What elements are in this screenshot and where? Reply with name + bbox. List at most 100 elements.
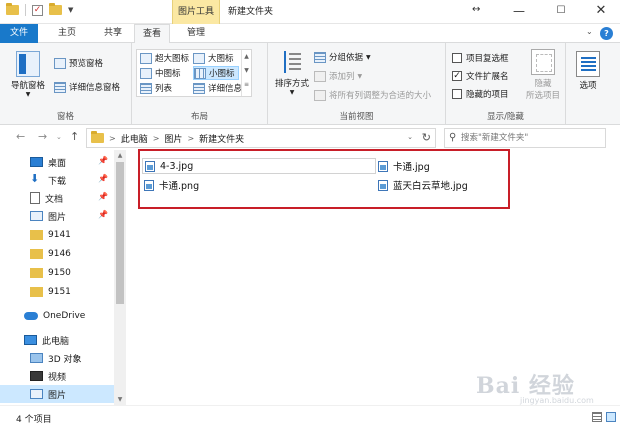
layout-list[interactable]: 列表 <box>140 82 172 94</box>
item-checkboxes-checkbox[interactable] <box>452 53 462 63</box>
nav-pane-button[interactable]: 导航窗格 ▼ <box>6 51 50 98</box>
file-item[interactable]: 蓝天白云草地.jpg <box>376 177 468 193</box>
nav-item-pictures-quick[interactable]: 图片 📌 <box>0 207 114 225</box>
details-pane-button[interactable]: 详细信息窗格 <box>54 81 120 93</box>
group-label-layout: 布局 <box>190 112 208 122</box>
nav-item-9141[interactable]: 9141 <box>0 226 114 244</box>
file-name: 蓝天白云草地.jpg <box>393 181 468 192</box>
list-label: 列表 <box>155 84 173 94</box>
nav-item-this-pc[interactable]: 此电脑 <box>0 331 114 349</box>
large-icons-icon <box>193 52 205 64</box>
size-all-columns-button[interactable]: 将所有列调整为合适的大小 <box>314 89 431 101</box>
breadcrumb-separator[interactable]: > <box>153 134 160 143</box>
large-icons-view-icon[interactable] <box>606 412 616 422</box>
sort-by-button[interactable]: 排序方式 ▼ <box>272 49 312 96</box>
tab-home[interactable]: 主页 <box>50 24 84 43</box>
nav-pane-scrollbar[interactable]: ▲ ▼ <box>114 150 126 405</box>
hide-selected-button[interactable]: 隐藏 所选项目 <box>522 49 564 101</box>
layout-medium-icons[interactable]: 中图标 <box>140 67 181 79</box>
layout-details[interactable]: 详细信息 <box>193 82 242 94</box>
add-columns-button[interactable]: 添加列 ▼ <box>314 70 362 82</box>
properties-icon[interactable]: ✓ <box>32 4 43 16</box>
nav-item-label: 9151 <box>48 287 71 297</box>
search-box[interactable]: ⚲ <box>444 128 606 148</box>
chevron-down-icon[interactable]: ⌄ <box>586 27 593 36</box>
group-by-icon <box>314 51 326 63</box>
nav-item-3d-objects[interactable]: 3D 对象 <box>0 349 114 367</box>
scroll-up-icon[interactable]: ▲ <box>114 152 126 159</box>
item-count: 4 个项目 <box>16 415 52 425</box>
breadcrumb-pictures[interactable]: 图片 <box>164 132 182 145</box>
help-icon[interactable]: ? <box>600 27 613 40</box>
extra-large-icons-icon <box>140 52 152 64</box>
add-columns-icon <box>314 70 326 82</box>
image-file-icon <box>144 179 154 191</box>
up-arrow-icon[interactable]: ↑ <box>70 130 79 143</box>
tab-manage[interactable]: 管理 <box>176 24 216 43</box>
refresh-icon[interactable]: ↻ <box>422 131 431 144</box>
folder-icon <box>6 3 19 15</box>
scroll-down-icon[interactable]: ▼ <box>114 396 126 403</box>
details-icon <box>193 82 205 94</box>
file-extensions-checkbox[interactable]: ✓ <box>452 71 462 81</box>
address-box[interactable]: > 此电脑 > 图片 > 新建文件夹 ⌄ ↻ <box>86 128 436 148</box>
forward-arrow-icon[interactable]: → <box>38 130 47 143</box>
tab-view[interactable]: 查看 <box>134 24 170 44</box>
breadcrumb-new-folder[interactable]: 新建文件夹 <box>199 132 244 145</box>
minimize-button[interactable]: — <box>502 0 536 24</box>
pictures-icon <box>30 211 43 221</box>
breadcrumb-separator[interactable]: > <box>187 134 194 143</box>
tab-share[interactable]: 共享 <box>96 24 130 43</box>
details-pane-label: 详细信息窗格 <box>69 83 121 93</box>
file-item[interactable]: 卡通.png <box>142 177 199 193</box>
pin-icon[interactable]: 📌 <box>98 192 108 201</box>
file-extensions-toggle[interactable]: ✓ 文件扩展名 <box>452 70 509 82</box>
file-item[interactable]: 卡通.jpg <box>376 158 430 174</box>
file-item[interactable]: 4-3.jpg <box>142 158 376 174</box>
group-by-button[interactable]: 分组依据 ▼ <box>314 51 371 63</box>
back-arrow-icon[interactable]: ← <box>16 130 25 143</box>
nav-item-9146[interactable]: 9146 <box>0 245 114 263</box>
breadcrumb-separator[interactable]: > <box>109 134 116 143</box>
scrollbar-thumb[interactable] <box>116 162 124 304</box>
breadcrumb-this-pc[interactable]: 此电脑 <box>121 132 148 145</box>
pin-icon[interactable]: 📌 <box>98 210 108 219</box>
group-show-hide: 项目复选框 ✓ 文件扩展名 隐藏的项目 隐藏 所选项目 显示/隐藏 <box>446 43 566 125</box>
medium-icons-icon <box>140 67 152 79</box>
nav-item-documents[interactable]: 文档 📌 <box>0 189 114 207</box>
recent-locations-icon[interactable]: ⌄ <box>56 133 62 141</box>
hidden-items-toggle[interactable]: 隐藏的项目 <box>452 88 509 100</box>
customize-qat-icon[interactable]: ▼ <box>68 6 73 14</box>
nav-item-videos[interactable]: 视频 <box>0 367 114 385</box>
details-view-icon[interactable] <box>592 412 602 422</box>
chevron-down-icon: ▼ <box>289 89 295 96</box>
nav-item-9150[interactable]: 9150 <box>0 264 114 282</box>
nav-item-9151[interactable]: 9151 <box>0 283 114 301</box>
hidden-items-checkbox[interactable] <box>452 89 462 99</box>
item-checkboxes-toggle[interactable]: 项目复选框 <box>452 52 509 64</box>
options-button[interactable]: 选项 <box>570 51 606 91</box>
details-pane-icon <box>54 81 66 93</box>
tab-file[interactable]: 文件 <box>0 24 38 43</box>
maximize-button[interactable]: ☐ <box>544 0 578 24</box>
chevron-down-icon[interactable]: ⌄ <box>407 133 413 141</box>
nav-item-onedrive[interactable]: OneDrive <box>0 307 114 325</box>
search-input[interactable] <box>461 130 601 146</box>
nav-item-pictures[interactable]: 图片 <box>0 385 114 403</box>
layout-gallery-scroll[interactable]: ▲ ▼ ≡ <box>241 50 251 96</box>
nav-item-desktop[interactable]: 桌面 📌 <box>0 153 114 171</box>
new-folder-icon[interactable] <box>49 3 62 15</box>
nav-item-label: 9150 <box>48 268 71 278</box>
pin-icon[interactable]: 📌 <box>98 174 108 183</box>
layout-extra-large-icons[interactable]: 超大图标 <box>140 52 189 64</box>
layout-large-icons[interactable]: 大图标 <box>193 52 234 64</box>
close-button[interactable]: ✕ <box>584 0 618 24</box>
layout-small-icons[interactable]: 小图标 <box>193 66 239 80</box>
folder-icon <box>91 131 104 143</box>
nav-item-label: 视频 <box>48 372 67 383</box>
chevron-down-icon: ▼ <box>357 72 363 80</box>
address-bar-row: ← → ⌄ ↑ > 此电脑 > 图片 > 新建文件夹 ⌄ ↻ ⚲ <box>0 126 620 150</box>
preview-pane-button[interactable]: 预览窗格 <box>54 57 103 69</box>
pin-icon[interactable]: 📌 <box>98 156 108 165</box>
nav-item-downloads[interactable]: 下载 📌 <box>0 171 114 189</box>
